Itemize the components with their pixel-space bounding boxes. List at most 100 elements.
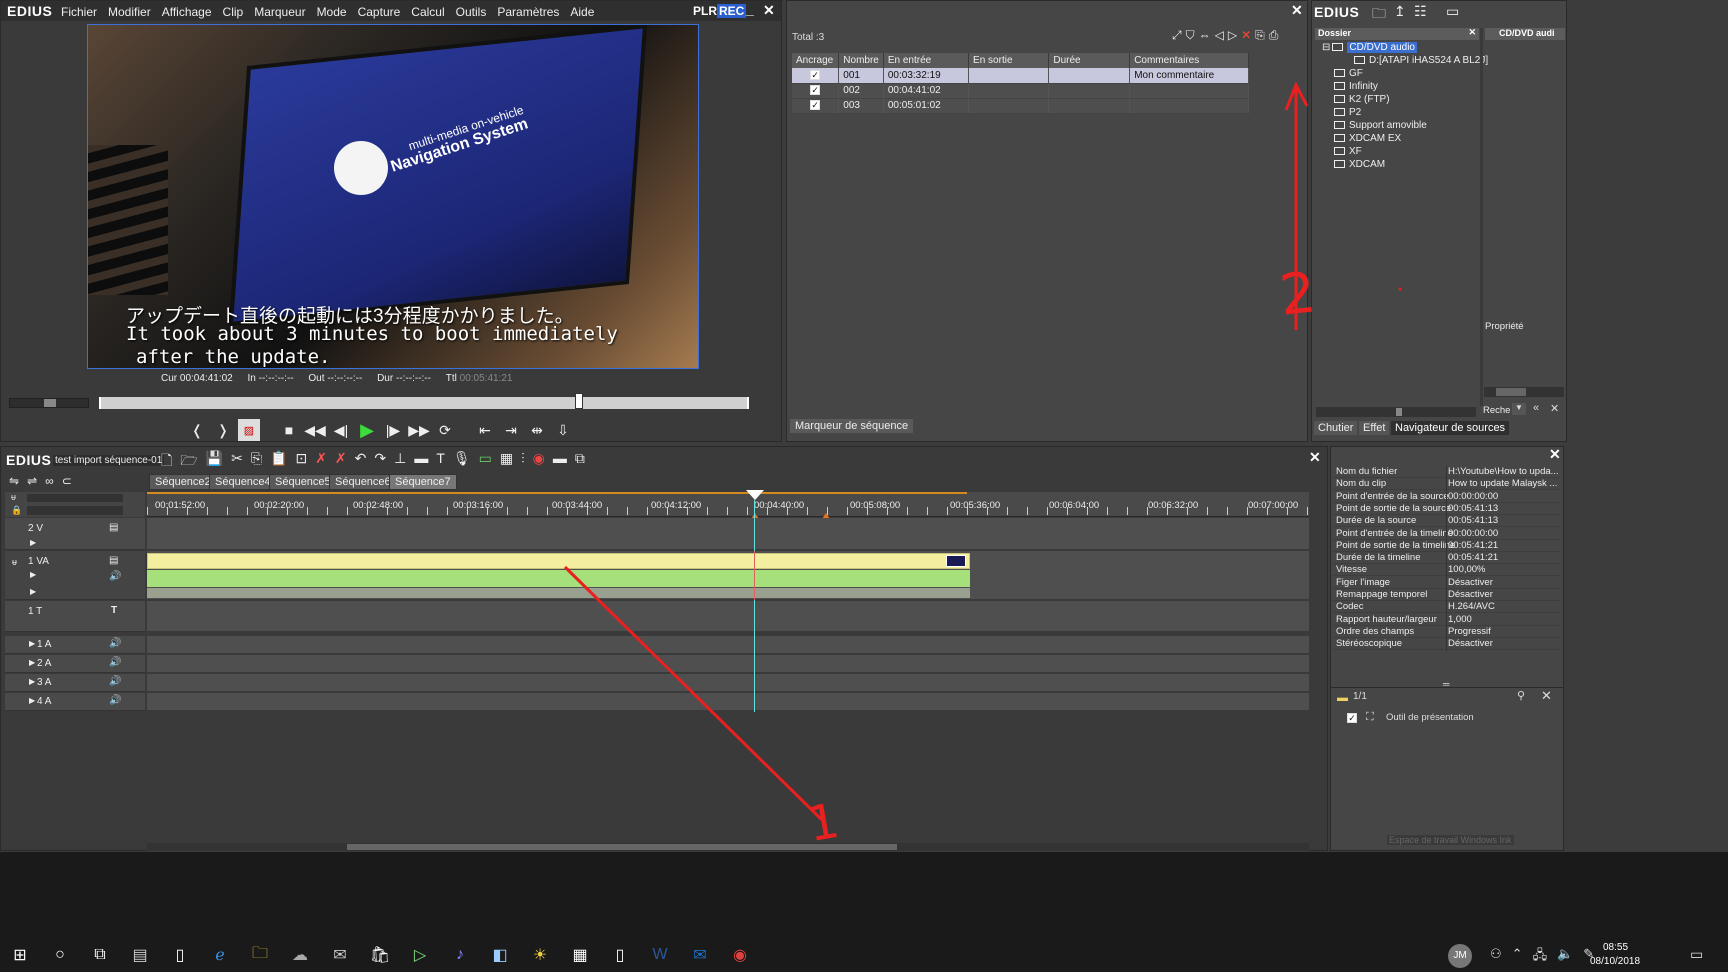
speaker-icon[interactable]: 🔊 — [109, 657, 121, 668]
step-back-icon[interactable]: ◀| — [330, 419, 352, 441]
marker-import-icon[interactable]: ⎘ — [1255, 28, 1265, 43]
close-icon[interactable]: ✕ — [763, 2, 775, 19]
property-row[interactable]: Nom du fichier H:\Youtube\How to upda... — [1333, 466, 1561, 478]
folder-view-icon[interactable]: 🗀 — [1372, 3, 1386, 27]
tab-effet[interactable]: Effet — [1359, 421, 1390, 435]
properties-close-icon[interactable]: ✕ — [1549, 446, 1561, 463]
marker-comment[interactable] — [1129, 98, 1249, 114]
task-view-icon[interactable]: ⧉ — [85, 940, 115, 970]
menu-modifier[interactable]: Modifier — [108, 5, 151, 19]
title-track-icon[interactable]: T — [111, 605, 117, 616]
tab-navigateur-sources[interactable]: Navigateur de sources — [1391, 421, 1510, 435]
timeline-ruler[interactable] — [147, 492, 1309, 517]
stop-icon[interactable]: ■ — [278, 419, 300, 441]
anchor-checkbox[interactable]: ✓ — [810, 100, 821, 110]
save-icon[interactable]: 💾 — [206, 450, 223, 474]
grip-icon[interactable]: ═ — [1443, 679, 1449, 689]
chrome-icon[interactable]: ◉ — [725, 940, 755, 970]
expand-icon[interactable]: ▶ — [30, 538, 36, 547]
shuttle-handle[interactable] — [44, 399, 56, 407]
anchor-checkbox[interactable]: ✓ — [810, 85, 821, 95]
insert-icon[interactable]: ⇤ — [474, 419, 496, 441]
clock-time[interactable]: 08:55 — [1603, 942, 1628, 953]
view-mode-icon[interactable]: ☷ — [1414, 3, 1427, 20]
col-en-entree[interactable]: En entrée — [883, 53, 970, 68]
clip-audio-lower[interactable] — [147, 588, 970, 598]
tree-removable[interactable]: Support amovible — [1334, 120, 1427, 131]
folder-header-close-icon[interactable]: ✕ — [1468, 27, 1476, 38]
marker-close-icon[interactable]: ✕ — [1291, 2, 1303, 19]
menu-affichage[interactable]: Affichage — [162, 5, 212, 19]
tree-infinity[interactable]: Infinity — [1334, 81, 1378, 92]
tab-sequence4[interactable]: Séquence4 — [209, 474, 277, 490]
calculator-icon[interactable]: ▦ — [565, 940, 595, 970]
marker-tool-3-icon[interactable]: ⇔ — [1199, 28, 1211, 43]
track-2v[interactable] — [147, 518, 1309, 550]
explorer-icon[interactable]: 🗀 — [245, 940, 275, 970]
tool-checkbox[interactable]: ✓ — [1347, 713, 1357, 723]
marker-add-icon[interactable]: ⛉ — [1186, 28, 1195, 43]
tab-sequence2[interactable]: Séquence2 — [149, 474, 217, 490]
clip-video[interactable] — [147, 553, 970, 569]
export-icon[interactable]: ⇩ — [552, 419, 574, 441]
track-3a[interactable] — [147, 674, 1309, 692]
track-lock-icon[interactable]: 🔒 — [11, 505, 22, 516]
property-row[interactable]: Remappage temporel Désactiver — [1333, 589, 1561, 601]
clear-inout-icon[interactable]: ▨ — [238, 419, 260, 441]
clip-audio[interactable] — [147, 570, 970, 587]
property-row[interactable]: Vitesse 100,00% — [1333, 564, 1561, 577]
tree-drive[interactable]: D:[ATAPI iHAS524 A BL2J] — [1354, 55, 1488, 66]
track-mute-icon[interactable]: ▤ — [109, 522, 118, 533]
track-2a[interactable] — [147, 655, 1309, 673]
menu-parametres[interactable]: Paramètres — [497, 5, 559, 19]
property-row[interactable]: Codec H.264/AVC — [1333, 601, 1561, 614]
track-4a[interactable] — [147, 693, 1309, 711]
property-row[interactable]: Rapport hauteur/largeur 1,000 — [1333, 614, 1561, 626]
marker-row[interactable]: ✓ 001 00:03:32:19 Mon commentaire — [792, 68, 1249, 84]
minimize-icon[interactable]: _ — [746, 1, 754, 17]
scrub-bar[interactable] — [99, 393, 749, 409]
property-row[interactable]: Stéréoscopique Désactiver — [1333, 638, 1561, 651]
anchor-cell[interactable]: ✓ — [792, 98, 840, 114]
track-mute-icon[interactable]: ▤ — [109, 555, 118, 566]
expand-icon[interactable]: ▶ — [29, 696, 35, 705]
title-icon[interactable]: T — [436, 450, 445, 474]
undo-icon[interactable]: ↶ — [355, 450, 367, 474]
property-row[interactable]: Point de sortie de la timeline 00:05:41:2… — [1333, 540, 1561, 552]
layouter-close-icon[interactable]: ✕ — [1541, 688, 1552, 704]
audio-app-icon[interactable]: ♪ — [445, 940, 475, 970]
marker-export-icon[interactable]: ⎙ — [1269, 28, 1279, 43]
delete-icon[interactable]: ✗ — [315, 450, 327, 474]
tree-xf[interactable]: XF — [1334, 146, 1362, 157]
property-row[interactable]: Durée de la source 00:05:41:13 — [1333, 515, 1561, 528]
track-header-2v[interactable]: 2 V ▤ ▶ — [5, 518, 145, 550]
ripple-mode-icon[interactable]: ⇌ — [27, 474, 37, 488]
paste-icon[interactable]: 📋 — [270, 450, 287, 474]
app3-icon[interactable]: ✉ — [325, 940, 355, 970]
cut-icon[interactable]: ✂ — [231, 450, 243, 474]
menu-mode[interactable]: Mode — [317, 5, 347, 19]
ripple-delete-icon[interactable]: ✗ — [335, 450, 347, 474]
search-label[interactable]: Reche — [1483, 405, 1510, 416]
menu-calcul[interactable]: Calcul — [411, 5, 444, 19]
track-header-2a[interactable]: ▶ 2 A 🔊 — [5, 655, 145, 673]
app1-icon[interactable]: ▤ — [125, 940, 155, 970]
chevron-up-icon[interactable]: ⌃ — [1512, 946, 1523, 968]
property-row[interactable]: Point d'entrée de la timeline 00:00:00:00 — [1333, 528, 1561, 540]
property-row[interactable]: Point de sortie de la source 00:05:41:13 — [1333, 503, 1561, 515]
tab-sequence5[interactable]: Séquence5 — [269, 474, 337, 490]
menu-aide[interactable]: Aide — [570, 5, 594, 19]
tab-sequence7[interactable]: Séquence7 — [389, 474, 457, 490]
property-row[interactable]: Nom du clip How to update Malaysk ... — [1333, 478, 1561, 491]
property-column-divider[interactable] — [1446, 466, 1447, 651]
sync-mode-icon[interactable]: ⇋ — [9, 474, 19, 488]
track-header-1a[interactable]: ▶ 1 A 🔊 — [5, 636, 145, 654]
col-duree[interactable]: Durée — [1048, 53, 1131, 68]
tree-k2[interactable]: K2 (FTP) — [1334, 94, 1390, 105]
expand-icon[interactable]: ▶ — [29, 639, 35, 648]
marker-prev-icon[interactable]: ◁ — [1215, 28, 1224, 43]
up-folder-icon[interactable]: ↥ — [1394, 3, 1406, 20]
start-icon[interactable]: ⊞ — [5, 940, 35, 970]
tree-xdcam-ex[interactable]: XDCAM EX — [1334, 133, 1401, 144]
search-dropdown-icon[interactable]: ▼ — [1512, 403, 1526, 415]
